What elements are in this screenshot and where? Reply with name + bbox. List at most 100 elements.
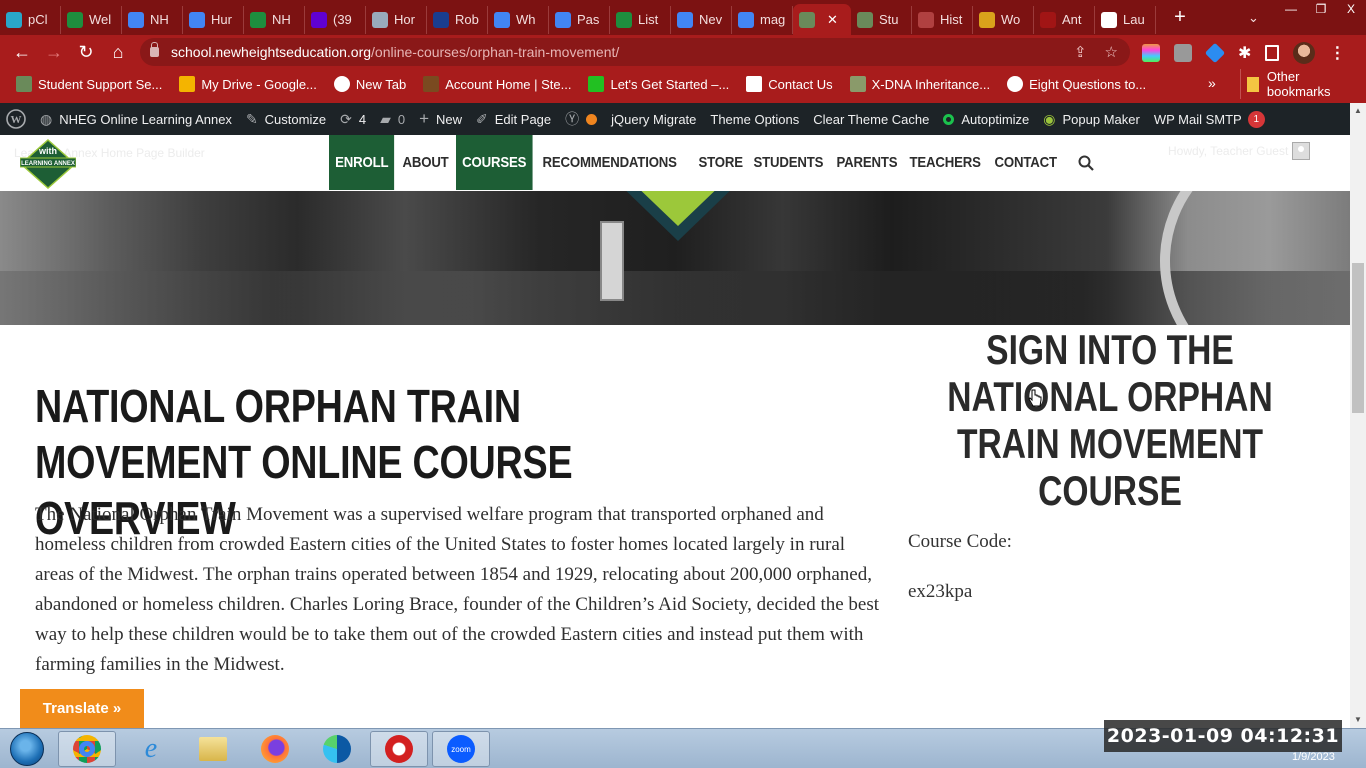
browser-tab[interactable]: Hor xyxy=(366,5,427,34)
taskbar-firefox[interactable] xyxy=(246,731,304,767)
browser-tab[interactable]: NH xyxy=(122,5,183,34)
bookmark-star-icon[interactable]: ☆ xyxy=(1105,43,1118,61)
wp-logo-menu[interactable]: W xyxy=(6,109,26,129)
reload-button[interactable]: ↻ xyxy=(70,42,102,63)
page-scrollbar[interactable]: ▲ ▼ xyxy=(1350,103,1366,728)
bookmark-label: Student Support Se... xyxy=(38,76,163,92)
color-extension-icon[interactable] xyxy=(1142,44,1160,62)
diamond-extension-icon[interactable] xyxy=(1204,42,1226,64)
browser-tab[interactable]: ✕ xyxy=(793,4,851,35)
browser-tab[interactable]: Nev xyxy=(671,5,732,34)
bookmark-item[interactable]: My Drive - Google... xyxy=(179,76,317,92)
scroll-down-arrow-icon[interactable]: ▼ xyxy=(1350,712,1366,728)
profile-avatar[interactable] xyxy=(1293,42,1316,64)
search-icon[interactable] xyxy=(1078,135,1094,190)
theme-options-link[interactable]: Theme Options xyxy=(710,112,799,127)
browser-tab[interactable]: mag xyxy=(732,5,793,34)
sl-icon xyxy=(433,11,449,28)
dashboard-icon: ◍ xyxy=(40,110,53,127)
browser-tab[interactable]: Hist xyxy=(912,5,973,34)
nav-contact[interactable]: CONTACT xyxy=(991,135,1060,190)
restore-button[interactable]: ❐ xyxy=(1306,0,1336,20)
browser-tab[interactable]: Stu xyxy=(851,5,912,34)
share-icon[interactable]: ⇪ xyxy=(1074,43,1087,61)
browser-tab[interactable]: Lau xyxy=(1095,5,1156,34)
nav-about[interactable]: ABOUT xyxy=(399,135,452,190)
bookmark-item[interactable]: Contact Us xyxy=(746,76,833,92)
browser-tab[interactable]: Wo xyxy=(973,5,1034,34)
browser-tab[interactable]: Rob xyxy=(427,5,488,34)
browser-tab[interactable]: pCl xyxy=(0,5,61,34)
edit-page-link[interactable]: ✐ Edit Page xyxy=(476,111,551,128)
browser-menu-icon[interactable]: ⋮ xyxy=(1329,43,1345,63)
nav-enroll[interactable]: ENROLL xyxy=(329,135,395,190)
tree-icon xyxy=(799,11,815,28)
browser-tab[interactable]: Pas xyxy=(549,5,610,34)
comments-link[interactable]: ▰ 0 xyxy=(380,111,405,128)
home-button[interactable]: ⌂ xyxy=(102,42,134,63)
popup-maker-menu[interactable]: ◉ Popup Maker xyxy=(1043,111,1140,128)
taskbar-zoom[interactable]: zoom xyxy=(432,731,490,767)
user-avatar[interactable] xyxy=(1292,142,1310,160)
nav-store[interactable]: STORE xyxy=(695,135,746,190)
new-content-menu[interactable]: + New xyxy=(419,109,462,129)
nav-parents[interactable]: PARENTS xyxy=(833,135,901,190)
start-button[interactable] xyxy=(10,732,44,766)
customize-link[interactable]: ✎ Customize xyxy=(246,111,326,128)
browser-tab[interactable]: NH xyxy=(244,5,305,34)
url-text[interactable]: school.newheightseducation.org/online-co… xyxy=(171,44,619,60)
taskbar-red-app[interactable] xyxy=(370,731,428,767)
browser-tab[interactable]: List xyxy=(610,5,671,34)
theme-options-label: Theme Options xyxy=(710,111,800,127)
google-docs-icon xyxy=(494,11,510,28)
translate-button[interactable]: Translate » xyxy=(20,689,144,728)
account-icon xyxy=(423,76,440,92)
bookmark-item[interactable]: Let's Get Started –... xyxy=(588,76,729,92)
back-button[interactable]: ← xyxy=(6,42,38,63)
bookmark-item[interactable]: New Tab xyxy=(333,76,406,92)
browser-tab[interactable]: Hur xyxy=(183,5,244,34)
browser-tab[interactable]: Ant xyxy=(1034,5,1095,34)
nav-students[interactable]: STUDENTS xyxy=(750,135,827,190)
tab-search-button[interactable]: ⌄ xyxy=(1248,10,1259,26)
taskbar-chrome[interactable] xyxy=(58,731,116,767)
taskbar-edge[interactable] xyxy=(308,731,366,767)
address-bar[interactable]: school.newheightseducation.org/online-co… xyxy=(140,38,1130,66)
updates-link[interactable]: ⟳ 4 xyxy=(340,111,366,128)
side-panel-icon[interactable] xyxy=(1265,45,1280,61)
learning-annex-logo[interactable]: LEARNING ANNEX with xyxy=(20,139,76,189)
url-path: /online-courses/orphan-train-movement/ xyxy=(371,44,620,60)
hand-cursor-icon xyxy=(1028,389,1042,407)
bookmark-item[interactable]: Account Home | Ste... xyxy=(423,76,571,92)
scroll-up-arrow-icon[interactable]: ▲ xyxy=(1350,103,1366,119)
jquery-migrate-link[interactable]: jQuery Migrate xyxy=(611,112,696,127)
google-sheets-icon xyxy=(67,11,83,28)
puzzle-extensions-icon[interactable]: ✱ xyxy=(1238,43,1251,63)
customize-label: Customize xyxy=(264,111,327,127)
browser-tab[interactable]: Wh xyxy=(488,5,549,34)
nav-courses[interactable]: COURSES xyxy=(455,135,533,190)
yoast-menu[interactable]: Ⓨ xyxy=(565,109,598,129)
other-bookmarks-folder[interactable]: Other bookmarks xyxy=(1240,69,1366,99)
bookmark-item[interactable]: X-DNA Inheritance... xyxy=(849,76,990,92)
wp-mail-smtp-menu[interactable]: WP Mail SMTP 1 xyxy=(1154,110,1265,128)
bookmark-item[interactable]: Student Support Se... xyxy=(16,76,162,92)
nav-teachers[interactable]: TEACHERS xyxy=(906,135,984,190)
more-bookmarks-button[interactable]: » xyxy=(1208,75,1216,91)
browser-tab[interactable]: Wel xyxy=(61,5,122,34)
close-tab-icon[interactable]: ✕ xyxy=(827,12,838,28)
nav-recommendations[interactable]: RECOMMENDATIONS xyxy=(539,135,680,190)
screen-extension-icon[interactable] xyxy=(1174,44,1192,62)
forward-button[interactable]: → xyxy=(38,42,70,63)
new-tab-button[interactable]: + xyxy=(1168,6,1192,29)
autoptimize-menu[interactable]: Autoptimize xyxy=(943,112,1029,127)
browser-tab[interactable]: (39 xyxy=(305,5,366,34)
taskbar-file-explorer[interactable] xyxy=(184,731,242,767)
close-window-button[interactable]: X xyxy=(1336,0,1366,20)
bookmark-item[interactable]: Eight Questions to... xyxy=(1007,76,1146,92)
site-name-menu[interactable]: ◍ NHEG Online Learning Annex xyxy=(40,111,232,128)
scroll-thumb[interactable] xyxy=(1352,263,1364,413)
clear-theme-cache-link[interactable]: Clear Theme Cache xyxy=(813,112,929,127)
taskbar-internet-explorer[interactable]: e xyxy=(122,731,180,767)
minimize-button[interactable]: — xyxy=(1276,0,1306,20)
